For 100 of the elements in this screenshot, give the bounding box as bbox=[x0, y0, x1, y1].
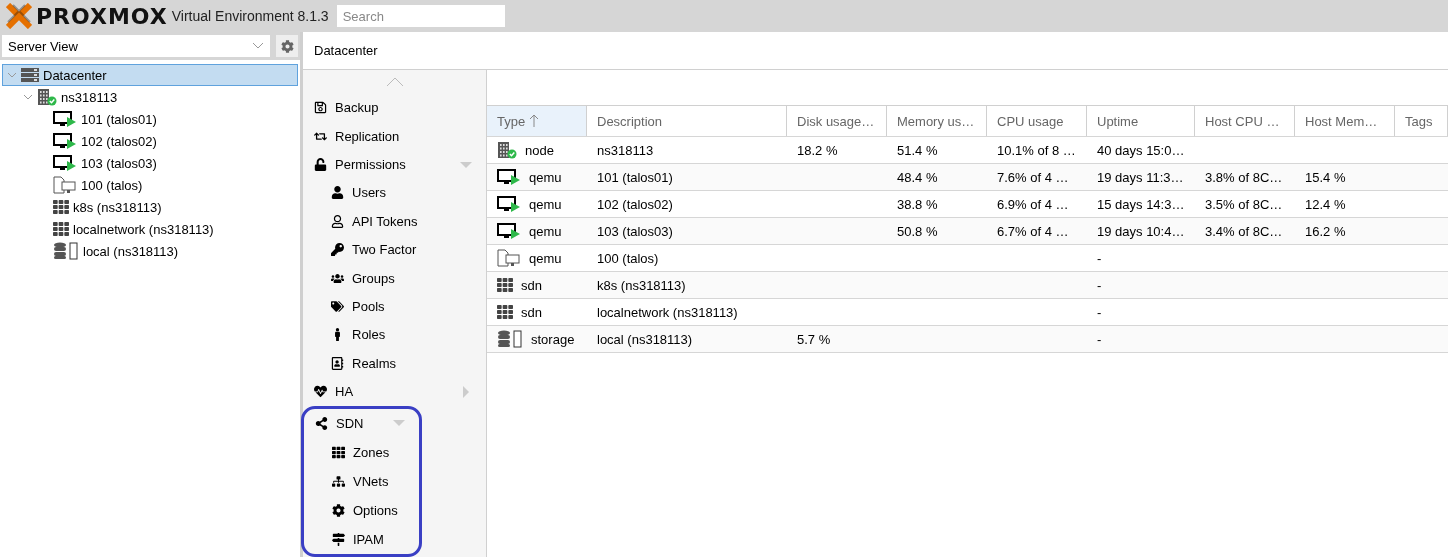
tree-item[interactable]: localnetwork (ns318113) bbox=[2, 218, 298, 240]
table-cell-text: - bbox=[1096, 303, 1103, 322]
table-cell-text: 10.1% of 8 … bbox=[996, 141, 1077, 160]
tree-label: localnetwork (ns318113) bbox=[73, 221, 214, 237]
gear-icon bbox=[332, 504, 345, 517]
heartbeat-icon bbox=[314, 385, 327, 399]
grid-icon bbox=[332, 446, 345, 459]
server-icon bbox=[21, 68, 39, 82]
nav-subitem[interactable]: Realms bbox=[303, 349, 486, 378]
nav-subitem[interactable]: Zones bbox=[304, 438, 419, 467]
tree-label: local (ns318113) bbox=[83, 243, 179, 259]
column-header[interactable]: Host Mem… bbox=[1295, 106, 1395, 136]
table-cell-text: 51.4 % bbox=[896, 141, 939, 160]
table-cell-text: 5.7 % bbox=[796, 330, 832, 349]
tags-icon bbox=[331, 300, 344, 314]
column-header[interactable]: CPU usage bbox=[987, 106, 1087, 136]
table-cell-text: 16.2 % bbox=[1304, 222, 1347, 241]
tree-item[interactable]: 100 (talos) bbox=[2, 174, 298, 196]
table-cell: node bbox=[487, 137, 587, 163]
tree-label: 101 (talos01) bbox=[81, 111, 157, 127]
search-field[interactable]: Search bbox=[336, 5, 505, 27]
table-cell-text: 6.9% of 4 … bbox=[996, 195, 1070, 214]
chevron-up-icon[interactable] bbox=[385, 76, 404, 87]
tree-item[interactable]: local (ns318113) bbox=[2, 240, 298, 262]
column-header[interactable]: Type bbox=[487, 106, 587, 136]
users-icon bbox=[331, 271, 344, 285]
view-select[interactable]: Server View bbox=[2, 35, 270, 57]
nav-subitem[interactable]: IPAM bbox=[304, 525, 419, 554]
nav-subitem[interactable]: Pools bbox=[303, 292, 486, 321]
tree-item[interactable]: k8s (ns318113) bbox=[2, 196, 298, 218]
nav-item[interactable]: Backup bbox=[303, 93, 486, 122]
unlock-icon bbox=[314, 158, 327, 172]
table-cell-text: 40 days 15:0… bbox=[1096, 141, 1186, 160]
table-cell-text: localnetwork (ns318113) bbox=[596, 303, 739, 322]
table-cell-text: 100 (talos) bbox=[596, 249, 660, 268]
table-cell-text: - bbox=[1096, 249, 1103, 268]
nav-subitem[interactable]: VNets bbox=[304, 467, 419, 496]
tree-label: 102 (talos02) bbox=[81, 133, 157, 149]
table-cell-text: 38.8 % bbox=[896, 195, 939, 214]
grid-icon bbox=[53, 221, 69, 237]
nav-subitem[interactable]: Groups bbox=[303, 263, 486, 293]
column-header[interactable]: Memory us… bbox=[887, 106, 987, 136]
table-cell-text: - bbox=[1096, 330, 1103, 349]
table-cell-text: local (ns318113) bbox=[596, 330, 694, 349]
table-cell-text: 101 (talos01) bbox=[596, 168, 674, 187]
brand-name: PROXMOX bbox=[36, 3, 168, 29]
database-icon bbox=[53, 242, 79, 260]
nav-item[interactable]: SDN bbox=[304, 409, 419, 438]
tree-item[interactable]: Datacenter bbox=[2, 64, 298, 86]
table-cell-text: 15 days 14:3… bbox=[1096, 195, 1186, 214]
tree-label: k8s (ns318113) bbox=[73, 199, 162, 215]
user-icon bbox=[331, 186, 344, 200]
caret-icon[interactable] bbox=[23, 92, 33, 102]
grid-icon bbox=[53, 199, 69, 215]
sort-up-icon bbox=[529, 114, 540, 128]
table-cell-text: 50.8 % bbox=[896, 222, 939, 241]
column-header[interactable]: Disk usage… bbox=[787, 106, 887, 136]
table-cell-text: 15.4 % bbox=[1304, 168, 1347, 187]
tree-item[interactable]: 103 (talos03) bbox=[2, 152, 298, 174]
logo-icon bbox=[6, 3, 32, 29]
database-icon bbox=[497, 330, 523, 348]
table-cell-text: k8s (ns318113) bbox=[596, 276, 687, 295]
table-cell: storage bbox=[487, 326, 587, 352]
table-cell: qemu bbox=[487, 245, 587, 271]
table-cell-text: 6.7% of 4 … bbox=[996, 222, 1070, 241]
sitemap-icon bbox=[332, 475, 345, 488]
nav-subitem[interactable]: Roles bbox=[303, 320, 486, 350]
triangle-right-icon[interactable] bbox=[460, 385, 472, 398]
column-header[interactable]: Uptime bbox=[1087, 106, 1195, 136]
share-nodes-icon bbox=[315, 417, 328, 430]
table-cell: qemu bbox=[487, 191, 587, 217]
nav-item[interactable]: HA bbox=[303, 377, 486, 406]
table-cell: sdn bbox=[487, 299, 587, 325]
tree-item[interactable]: 101 (talos01) bbox=[2, 108, 298, 130]
tree-item[interactable]: 102 (talos02) bbox=[2, 130, 298, 152]
table-cell-text: 48.4 % bbox=[896, 168, 939, 187]
table-cell-text: 12.4 % bbox=[1304, 195, 1347, 214]
table-cell-text: ns318113 bbox=[596, 141, 655, 160]
grid-icon bbox=[497, 304, 513, 320]
nav-subitem[interactable]: Options bbox=[304, 496, 419, 525]
chevron-down-icon bbox=[252, 42, 264, 50]
column-header[interactable]: Host CPU … bbox=[1195, 106, 1295, 136]
nav-item[interactable]: Replication bbox=[303, 121, 486, 151]
nav-subitem[interactable]: Two Factor bbox=[303, 235, 486, 264]
column-header[interactable]: Description bbox=[587, 106, 787, 136]
table-cell-text: 3.4% of 8C… bbox=[1204, 222, 1284, 241]
nav-subitem[interactable]: Users bbox=[303, 178, 486, 208]
floppy-icon bbox=[314, 101, 327, 115]
nav-subitem[interactable]: API Tokens bbox=[303, 207, 486, 236]
settings-button[interactable] bbox=[276, 35, 298, 57]
table-cell-text: - bbox=[1096, 276, 1103, 295]
table-cell: qemu bbox=[487, 164, 587, 190]
grid-icon bbox=[497, 277, 513, 293]
tree-item[interactable]: ns318113 bbox=[2, 86, 298, 108]
key-icon bbox=[331, 243, 344, 257]
caret-icon[interactable] bbox=[7, 70, 17, 80]
tree-label: 100 (talos) bbox=[81, 177, 143, 193]
nav-item[interactable]: Permissions bbox=[303, 150, 486, 179]
table-cell-text: 102 (talos02) bbox=[596, 195, 674, 214]
column-header[interactable]: Tags bbox=[1395, 106, 1448, 136]
